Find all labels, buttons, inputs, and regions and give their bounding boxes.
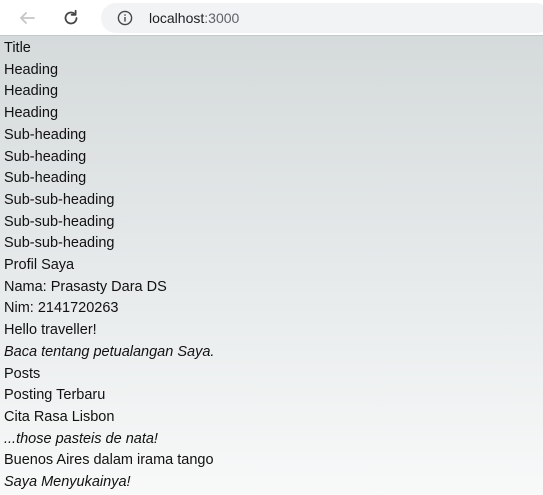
back-arrow-icon [20,12,35,24]
reload-button[interactable] [58,5,84,31]
url-host: localhost [149,10,205,26]
profile-heading: Profil Saya [4,257,75,274]
sub-sub-heading-2: Sub-sub-heading [4,213,115,230]
reload-icon [64,9,78,25]
sub-heading-3: Sub-heading [4,170,87,187]
browser-toolbar: localhost:3000 [0,0,543,35]
heading-3: Heading [4,105,59,122]
post-excerpt: Saya Menyukainya! [4,474,131,491]
sub-sub-heading-1: Sub-sub-heading [4,191,115,208]
page-content: Title Heading Heading Heading Sub-headin… [4,38,214,494]
greeting-text: Hello traveller! [4,322,97,339]
page-title: Title [4,40,31,56]
sub-heading-2: Sub-heading [4,148,87,165]
address-bar[interactable]: localhost:3000 [101,3,543,33]
profile-nim: Nim: 2141720263 [4,300,119,317]
post-excerpt: ...those pasteis de nata! [4,430,158,447]
info-icon[interactable] [117,10,133,26]
url-port: :3000 [204,10,240,26]
recent-posts-heading: Posting Terbaru [4,387,106,404]
intro-text: Baca tentang petualangan Saya. [4,343,215,360]
posts-heading: Posts [4,365,41,382]
post-title: Buenos Aires dalam irama tango [4,452,214,469]
heading-1: Heading [4,61,59,78]
back-button[interactable] [14,5,40,31]
sub-heading-1: Sub-heading [4,126,87,143]
profile-name: Nama: Prasasty Dara DS [4,278,167,295]
url-text: localhost:3000 [149,10,239,26]
page-viewport: Title Heading Heading Heading Sub-headin… [0,35,543,495]
sub-sub-heading-3: Sub-sub-heading [4,235,115,252]
post-title: Cita Rasa Lisbon [4,408,115,425]
heading-2: Heading [4,83,59,100]
